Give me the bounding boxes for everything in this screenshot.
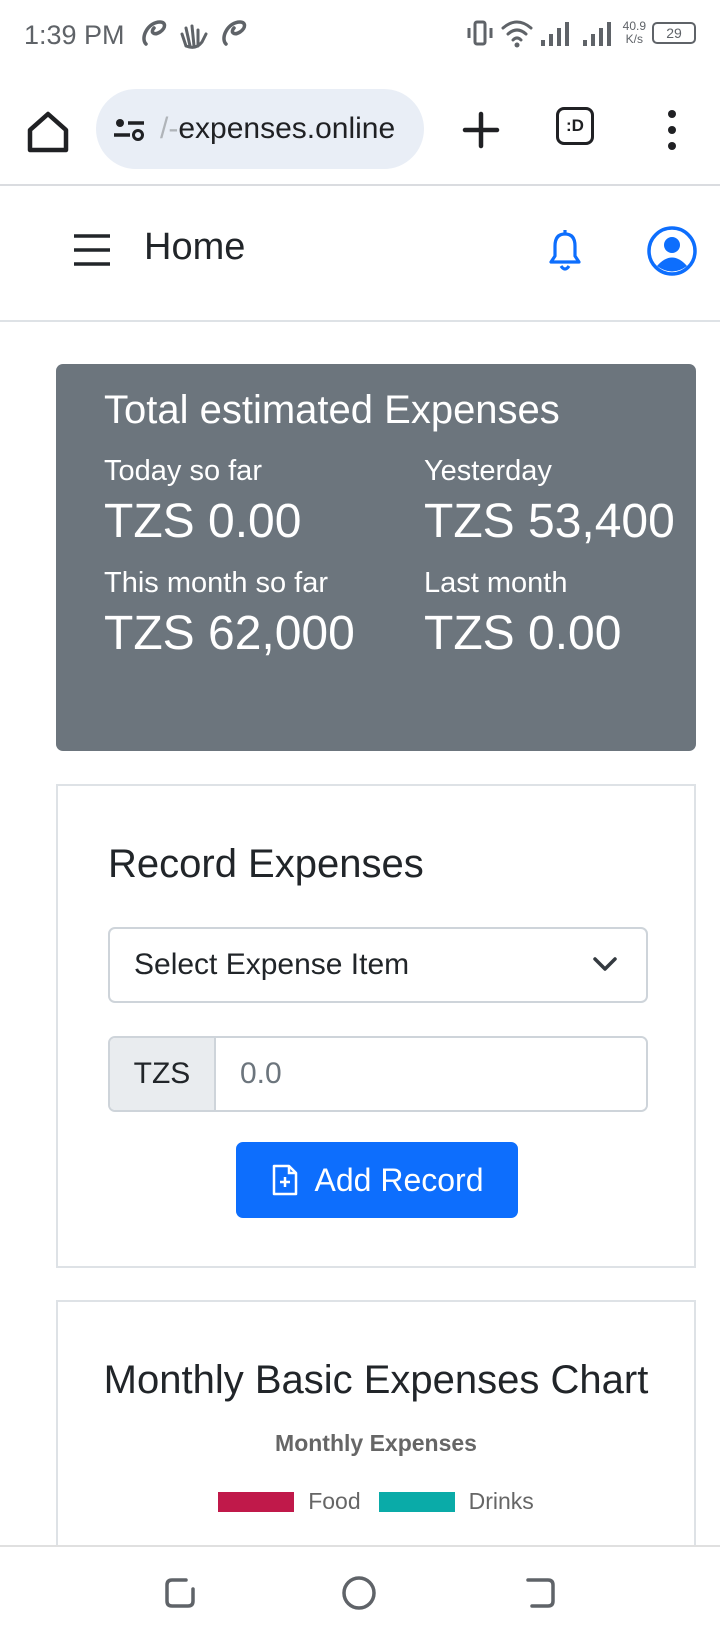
chart-legend: Food Drinks <box>58 1488 694 1515</box>
summary-item-today: Today so far TZS 0.00 <box>104 455 424 563</box>
summary-label: This month so far <box>104 567 329 599</box>
currency-prefix: TZS <box>110 1038 216 1110</box>
address-bar[interactable]: /-expenses.online <box>96 89 424 169</box>
wifi-icon <box>501 20 533 48</box>
status-time: 1:39 PM <box>24 20 125 50</box>
system-navigation-bar <box>0 1545 720 1640</box>
summary-grid: Today so far TZS 0.00 Yesterday TZS 53,4… <box>104 455 696 675</box>
site-settings-icon[interactable] <box>112 112 146 146</box>
amount-input-group: TZS <box>108 1036 648 1112</box>
network-speed: 40.9 K/s <box>623 20 646 46</box>
summary-item-last-month: Last month TZS 0.00 <box>424 567 720 675</box>
legend-label: Drinks <box>468 1488 534 1514</box>
record-expenses-card: Record Expenses Select Expense Item TZS … <box>56 784 696 1268</box>
battery-level: 29 <box>666 25 682 41</box>
chart-card-heading: Monthly Basic Expenses Chart <box>103 1358 649 1402</box>
more-vert-icon[interactable] <box>658 108 686 152</box>
airtel-icon <box>142 20 167 46</box>
bell-icon[interactable] <box>543 226 587 274</box>
home-nav-icon[interactable] <box>341 1575 377 1611</box>
signal-icon <box>582 22 611 46</box>
legend-item-drinks[interactable]: Drinks <box>378 1488 534 1515</box>
recents-icon[interactable] <box>162 1575 198 1611</box>
summary-heading: Total estimated Expenses <box>104 388 560 432</box>
network-speed-unit: K/s <box>625 32 643 46</box>
monthly-chart-card: Monthly Basic Expenses Chart Monthly Exp… <box>56 1300 696 1560</box>
summary-value: TZS 62,000 <box>104 607 355 660</box>
tab-switcher-button[interactable]: :D <box>556 107 594 145</box>
back-icon[interactable] <box>522 1575 558 1611</box>
home-icon[interactable] <box>22 106 74 158</box>
file-plus-icon <box>272 1164 297 1196</box>
status-system-icons: 40.9 K/s 29 <box>465 18 696 48</box>
signal-icon <box>540 22 569 46</box>
expense-item-select-value: Select Expense Item <box>134 948 410 981</box>
expense-summary-card: Total estimated Expenses Today so far TZ… <box>56 364 696 751</box>
browser-toolbar: /-expenses.online :D <box>0 76 720 186</box>
record-heading: Record Expenses <box>108 842 424 886</box>
summary-value: TZS 0.00 <box>424 607 622 660</box>
summary-label: Yesterday <box>424 455 552 487</box>
url-domain: expenses.online <box>178 112 396 145</box>
hamburger-menu-icon[interactable] <box>72 232 112 268</box>
summary-item-yesterday: Yesterday TZS 53,400 <box>424 455 720 563</box>
summary-item-this-month: This month so far TZS 62,000 <box>104 567 424 675</box>
airtel-icon <box>222 20 247 46</box>
legend-label: Food <box>308 1488 361 1514</box>
legend-swatch-food <box>218 1491 295 1512</box>
url-text: /-expenses.online <box>160 112 395 146</box>
chart-title: Monthly Expenses <box>275 1430 477 1456</box>
summary-label: Today so far <box>104 455 262 487</box>
page-title: Home <box>144 226 246 268</box>
status-notification-icons <box>138 18 248 50</box>
app-navbar: Home <box>0 188 720 322</box>
status-bar: 1:39 PM 40.9 K/s 29 <box>0 0 720 76</box>
legend-item-food[interactable]: Food <box>218 1488 361 1515</box>
url-text-faded: /- <box>160 112 179 145</box>
summary-value: TZS 0.00 <box>104 495 302 548</box>
wave-hand-icon <box>180 24 208 49</box>
chevron-down-icon <box>593 957 617 971</box>
add-record-button[interactable]: Add Record <box>236 1142 518 1218</box>
summary-label: Last month <box>424 567 568 599</box>
new-tab-icon[interactable] <box>455 104 507 156</box>
user-account-icon[interactable] <box>646 225 698 277</box>
expense-item-select[interactable]: Select Expense Item <box>108 927 648 1003</box>
summary-value: TZS 53,400 <box>424 495 675 548</box>
vibrate-icon <box>467 20 493 46</box>
amount-input[interactable] <box>216 1038 646 1110</box>
legend-swatch-drinks <box>378 1491 455 1512</box>
battery-icon: 29 <box>652 22 696 44</box>
add-record-label: Add Record <box>314 1161 484 1198</box>
